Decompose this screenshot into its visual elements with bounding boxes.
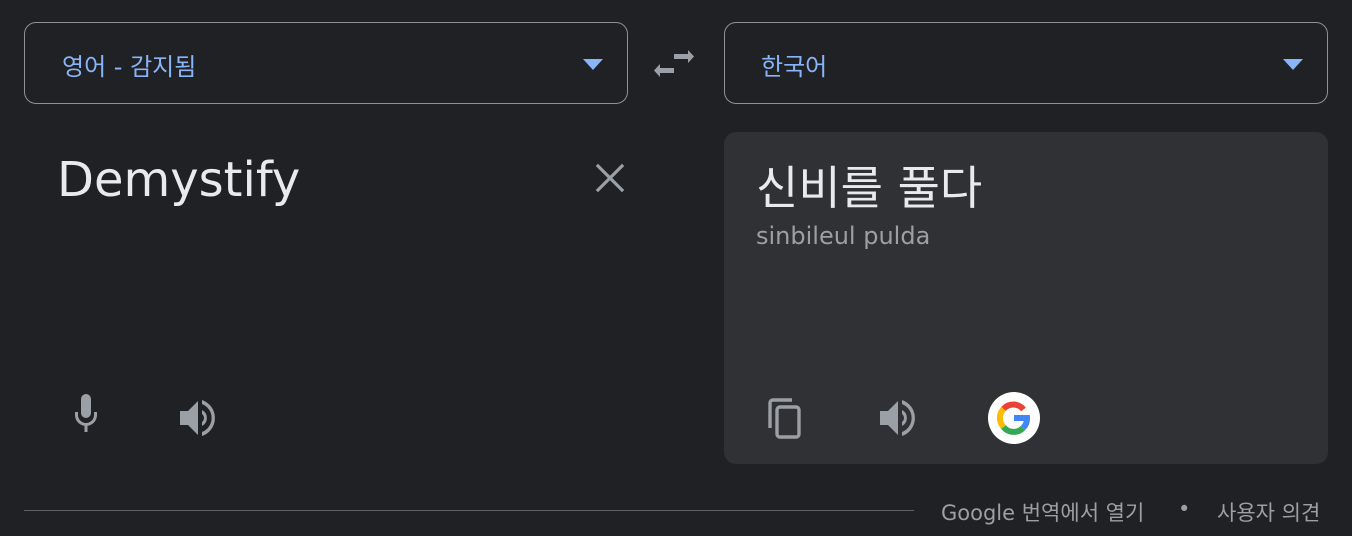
source-language-label: 영어 - 감지됨 <box>62 53 197 81</box>
source-language-select[interactable]: 영어 - 감지됨 <box>24 22 628 104</box>
clear-source-button[interactable] <box>590 158 630 198</box>
footer-divider <box>24 510 914 511</box>
translation-result-panel: 신비를 풀다 sinbileul pulda <box>724 132 1328 464</box>
speaker-icon <box>180 400 215 436</box>
listen-source-button[interactable] <box>174 394 222 442</box>
copy-icon <box>768 398 801 439</box>
chevron-down-icon <box>1283 59 1303 70</box>
copy-translation-button[interactable] <box>762 394 810 442</box>
microphone-icon <box>75 394 97 432</box>
close-icon <box>595 163 625 193</box>
feedback-link[interactable]: 사용자 의견 <box>1217 497 1320 527</box>
source-text-input[interactable]: Demystify <box>57 152 300 208</box>
transliteration-text: sinbileul pulda <box>756 222 931 250</box>
target-language-select[interactable]: 한국어 <box>724 22 1328 104</box>
swap-languages-button[interactable] <box>650 44 698 86</box>
open-in-translate-link[interactable]: Google 번역에서 열기 <box>941 497 1144 527</box>
microphone-button[interactable] <box>62 392 110 440</box>
swap-icon <box>654 50 694 77</box>
google-search-button[interactable] <box>988 392 1040 444</box>
chevron-down-icon <box>583 59 603 70</box>
target-language-label: 한국어 <box>761 53 828 81</box>
translate-widget: 영어 - 감지됨 한국어 Demystify 신비를 풀다 sinbileul … <box>0 0 1352 536</box>
translation-text: 신비를 풀다 <box>756 161 983 215</box>
google-logo-icon <box>996 401 1030 435</box>
listen-translation-button[interactable] <box>874 394 922 442</box>
speaker-icon <box>880 400 915 436</box>
footer-separator: • <box>1178 497 1191 521</box>
